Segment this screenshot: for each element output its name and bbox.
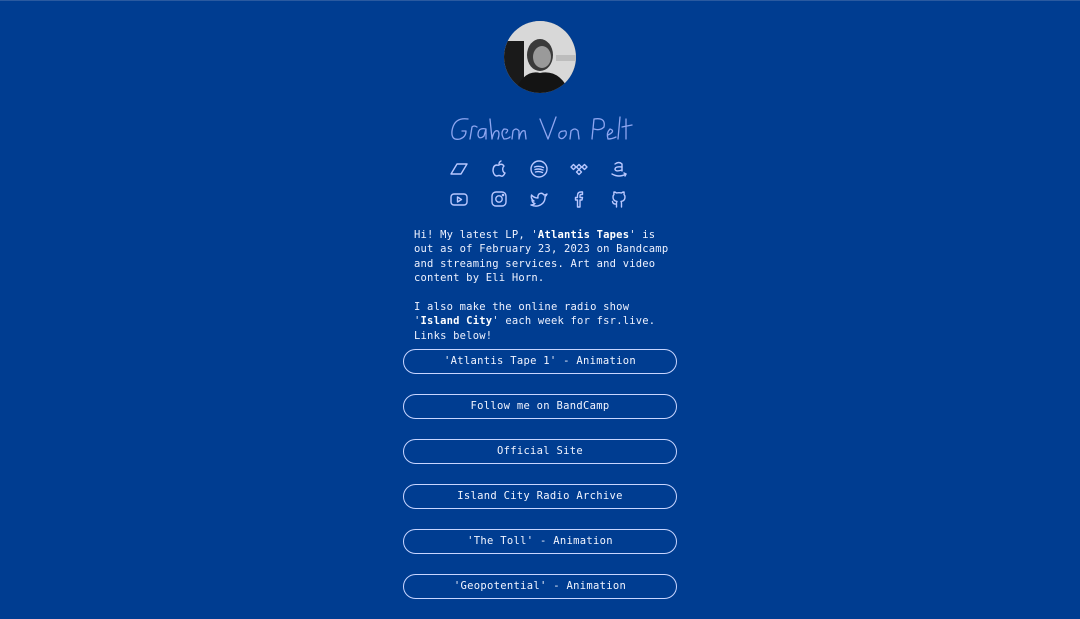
github-icon[interactable] (609, 189, 629, 209)
avatar[interactable] (504, 21, 576, 93)
amazon-icon[interactable] (609, 159, 629, 179)
apple-music-icon[interactable] (489, 159, 509, 179)
album-title: Atlantis Tapes (537, 229, 630, 241)
bio-paragraph-1: Hi! My latest LP, 'Atlantis Tapes' is ou… (414, 229, 669, 285)
social-icons (449, 189, 629, 209)
tidal-icon[interactable] (569, 159, 589, 179)
instagram-icon[interactable] (489, 189, 509, 209)
bio-text: Hi! My latest LP, 'Atlantis Tapes' is ou… (414, 228, 674, 358)
link-bandcamp[interactable]: Follow me on BandCamp (403, 394, 677, 419)
music-platform-icons (449, 159, 629, 179)
bio-paragraph-2: I also make the online radio show 'Islan… (414, 301, 656, 342)
link-official-site[interactable]: Official Site (403, 439, 677, 464)
spotify-icon[interactable] (529, 159, 549, 179)
radio-show-title: Island City (420, 315, 493, 328)
link-geopotential-animation[interactable]: 'Geopotential' - Animation (403, 574, 677, 599)
youtube-icon[interactable] (449, 189, 469, 209)
signature-name: Graham Van Pelt (451, 116, 633, 140)
link-radio-archive[interactable]: Island City Radio Archive (403, 484, 677, 509)
bandcamp-icon[interactable] (449, 159, 469, 179)
twitter-icon[interactable] (529, 189, 549, 209)
link-atlantis-tape-animation[interactable]: 'Atlantis Tape 1' - Animation (403, 349, 677, 374)
link-the-toll-animation[interactable]: 'The Toll' - Animation (403, 529, 677, 554)
facebook-icon[interactable] (569, 189, 589, 209)
link-list: 'Atlantis Tape 1' - Animation Follow me … (403, 349, 677, 619)
